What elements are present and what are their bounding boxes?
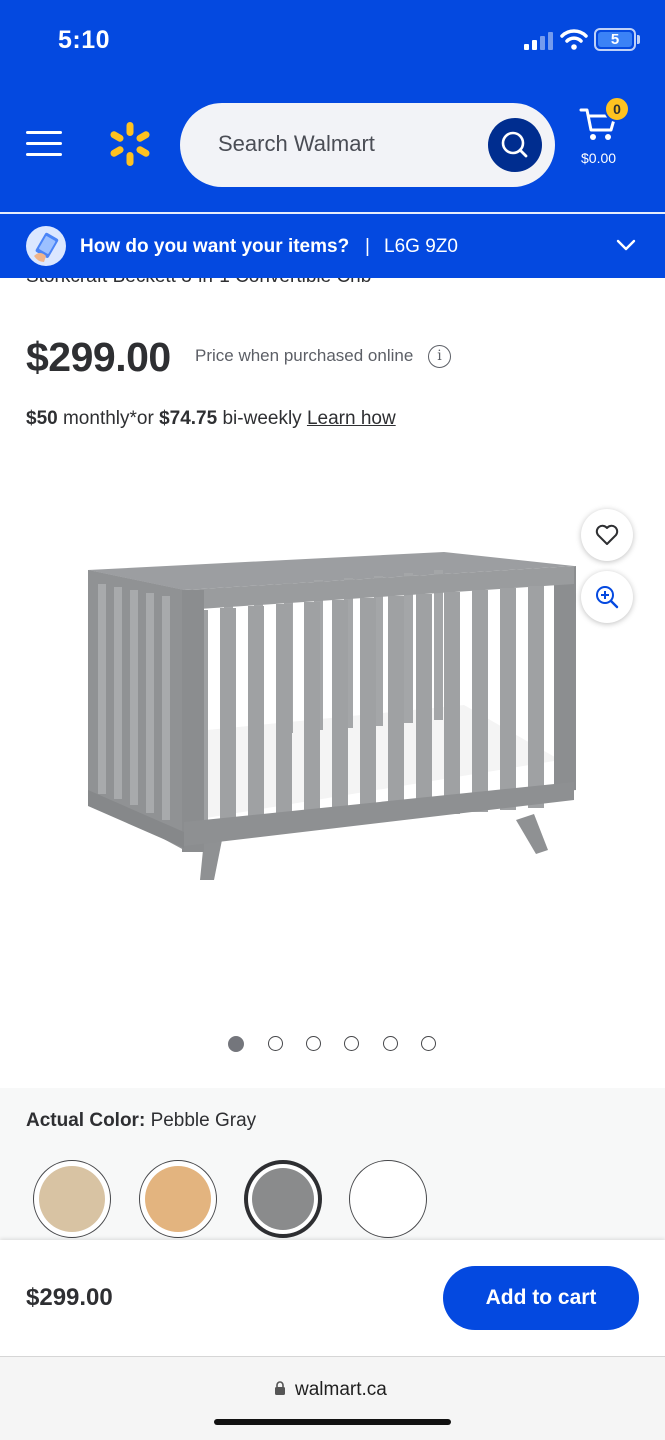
url-text: walmart.ca (295, 1379, 387, 1400)
monthly-text: monthly*or (57, 408, 160, 429)
gallery-dot[interactable] (268, 1036, 283, 1051)
color-label-key: Actual Color: (26, 1110, 146, 1131)
price-note: Price when purchased online (195, 346, 414, 365)
cellular-signal-icon (524, 32, 553, 50)
search-button[interactable] (488, 118, 542, 172)
monthly-amount: $50 (26, 408, 58, 429)
biweekly-amount: $74.75 (159, 408, 218, 429)
search-icon (501, 131, 528, 158)
product-image-gallery[interactable] (0, 440, 665, 1080)
product-title: Storkcraft Beckett 3-in-1 Convertible Cr… (26, 278, 371, 290)
battery-icon: 5 (594, 28, 636, 51)
cart-button[interactable]: 0 $0.00 (576, 96, 636, 172)
crib-product-image[interactable] (84, 550, 584, 910)
battery-level: 5 (598, 32, 632, 47)
zoom-in-icon (596, 586, 619, 609)
gallery-pagination (228, 1036, 448, 1052)
walmart-spark-logo[interactable] (106, 120, 154, 168)
search-input[interactable]: Search Walmart (218, 131, 375, 157)
color-swatch-pebble-gray[interactable] (244, 1160, 322, 1238)
product-title-clip: Storkcraft Beckett 3-in-1 Convertible Cr… (0, 278, 665, 290)
color-label: Actual Color: Pebble Gray (26, 1110, 256, 1132)
add-to-cart-button[interactable]: Add to cart (443, 1266, 639, 1330)
postal-code: L6G 9Z0 (384, 236, 458, 257)
delivery-options-bar[interactable]: How do you want your items? | L6G 9Z0 (0, 212, 665, 278)
url-field[interactable]: walmart.ca (200, 1371, 465, 1407)
browser-address-bar: walmart.ca (0, 1356, 665, 1440)
gallery-dot[interactable] (421, 1036, 436, 1051)
delivery-phone-icon (26, 226, 66, 266)
sticky-purchase-bar: $299.00 Add to cart (0, 1240, 665, 1356)
biweekly-text: bi-weekly (217, 408, 307, 429)
heart-icon (595, 524, 619, 545)
zoom-button[interactable] (581, 571, 633, 623)
menu-icon[interactable] (26, 128, 62, 160)
favorite-button[interactable] (581, 509, 633, 561)
product-price: $299.00 (26, 334, 171, 380)
battery-nub (637, 35, 640, 44)
info-icon[interactable]: i (428, 345, 451, 368)
color-swatch-white[interactable] (349, 1160, 427, 1238)
app-header: 5:10 5 Search Walmart 0 $0.00 (0, 0, 665, 212)
wifi-icon (560, 29, 588, 50)
learn-how-link[interactable]: Learn how (307, 408, 396, 429)
gallery-dot[interactable] (228, 1036, 244, 1052)
delivery-question: How do you want your items? (80, 236, 350, 257)
home-indicator[interactable] (214, 1419, 451, 1425)
financing-line: $50 monthly*or $74.75 bi-weekly Learn ho… (26, 408, 396, 430)
cart-count-badge: 0 (604, 96, 630, 122)
delivery-separator: | (365, 236, 370, 257)
chevron-down-icon[interactable] (616, 238, 636, 252)
gallery-dot[interactable] (383, 1036, 398, 1051)
search-bar[interactable]: Search Walmart (180, 103, 555, 187)
gallery-dot[interactable] (306, 1036, 321, 1051)
color-value: Pebble Gray (150, 1110, 257, 1131)
cart-total: $0.00 (581, 150, 617, 166)
sticky-price: $299.00 (26, 1284, 113, 1311)
color-swatch-wood[interactable] (139, 1160, 217, 1238)
lock-icon (275, 1381, 285, 1395)
color-swatch-natural[interactable] (33, 1160, 111, 1238)
status-time: 5:10 (58, 26, 111, 54)
gallery-dot[interactable] (344, 1036, 359, 1051)
